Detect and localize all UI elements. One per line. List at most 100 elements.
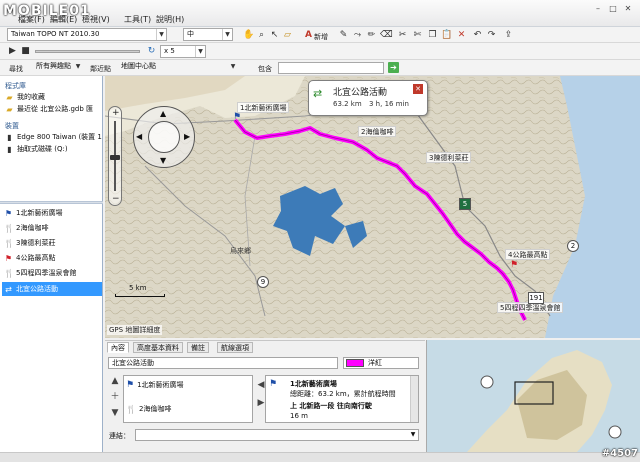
map-label-waypoint-1[interactable]: 1北新藝術廣場 [237, 102, 290, 113]
route-icon: ⇄ [313, 87, 323, 100]
gps-device-icon: ▮ [7, 133, 12, 142]
stop-icon[interactable]: ■ [20, 46, 31, 57]
zoom-tool-icon[interactable]: ⌕ [256, 30, 267, 41]
scrollbar[interactable] [410, 376, 418, 422]
route-tool-icon[interactable]: ⤳ [352, 30, 363, 41]
redo-icon[interactable]: ↷ [486, 30, 497, 41]
close-button[interactable]: ✕ [622, 4, 634, 14]
menu-tools[interactable]: 工具(T) [124, 14, 151, 25]
map-product-select[interactable]: Taiwan TOPO NT 2010.30 ▼ [7, 28, 167, 41]
menu-edit[interactable]: 編輯(E) [50, 14, 77, 25]
library-item-label: 最近從 北宜公路.gdb 匯 [17, 105, 94, 113]
hand-tool-icon[interactable]: ✋ [243, 30, 254, 41]
chevron-down-icon: ▼ [230, 63, 236, 70]
map-label-waypoint-3[interactable]: 3陳德利菜莊 [426, 152, 472, 163]
select-tool-icon[interactable]: ↖ [269, 30, 280, 41]
tab-notes[interactable]: 備註 [187, 342, 209, 353]
chevron-down-icon: ▼ [222, 29, 232, 40]
scissors-icon[interactable]: ✂ [397, 30, 408, 41]
detail-value: 中 [187, 30, 194, 38]
fork-knife-icon: 🍴 [4, 238, 14, 248]
zoom-thumb[interactable] [110, 155, 120, 160]
near-select[interactable]: 地圖中心點 ▼ [118, 61, 238, 74]
zoom-slider[interactable]: + − [108, 106, 122, 206]
cut-icon[interactable]: ✄ [412, 30, 423, 41]
undo-icon[interactable]: ↶ [472, 30, 483, 41]
waypoint-label: 北宜公路活動 [16, 285, 58, 293]
overview-canvas [467, 350, 622, 452]
library-item-recent[interactable]: ▰ 最近從 北宜公路.gdb 匯 [5, 104, 93, 115]
scale-bar [115, 294, 165, 297]
blue-flag-icon: ⚑ [4, 208, 13, 218]
new-icon[interactable]: A [303, 30, 314, 41]
library-item-favorites[interactable]: ▰ 我的收藏 [5, 92, 45, 103]
list-item[interactable]: 🍴 2海倫咖啡 [2, 221, 102, 235]
minimize-button[interactable]: – [592, 4, 604, 14]
go-arrow-icon[interactable]: ➔ [388, 62, 399, 73]
zoom-out-icon[interactable]: − [112, 195, 120, 204]
map-label-waypoint-2[interactable]: 2海倫咖啡 [358, 126, 397, 137]
list-item[interactable]: 🍴 3陳德利菜莊 [2, 236, 102, 250]
route-name-field[interactable]: 北宜公路活動 [108, 357, 338, 369]
eraser-icon[interactable]: ⌫ [380, 30, 393, 41]
category-select[interactable]: 所有興趣點 ▼ [33, 61, 83, 74]
speed-select[interactable]: x 5 ▼ [160, 45, 206, 58]
route-callout[interactable]: ⇄ 北宜公路活動 63.2 km 3 h, 16 min ✕ [308, 80, 428, 116]
route-points-list[interactable]: ⚑ 1北新藝術廣場 🍴 2海倫咖啡 [123, 375, 253, 423]
device-item-removable[interactable]: ▮ 抽取式磁碟 (Q:) [5, 144, 67, 155]
pan-center[interactable] [148, 121, 180, 153]
pan-right-icon[interactable]: ▶ [184, 132, 190, 141]
search-input[interactable] [278, 62, 384, 74]
delete-icon[interactable]: ✕ [456, 30, 467, 41]
pan-control[interactable]: ▲ ▼ ◀ ▶ [133, 106, 195, 168]
callout-distance: 63.2 km [333, 100, 362, 108]
red-flag-icon[interactable]: ⚑ [510, 260, 518, 270]
pan-down-icon[interactable]: ▼ [160, 156, 166, 165]
callout-time: 3 h, 16 min [369, 100, 409, 108]
panel-splitter[interactable] [0, 201, 103, 204]
list-item[interactable]: ⚑ 4公路最高點 [2, 251, 102, 265]
waypoint-tool-icon[interactable]: ✎ [338, 30, 349, 41]
map-label-waypoint-4[interactable]: 4公路最高點 [505, 249, 551, 260]
tab-content[interactable]: 內容 [107, 342, 129, 353]
color-select[interactable]: 洋紅 [343, 357, 419, 369]
playback-slider[interactable] [35, 50, 140, 53]
menu-bar: MOBILE01 檔案(F) 編輯(E) 檢視(V) 工具(T) 說明(H) –… [0, 0, 640, 27]
tab-elevation[interactable]: 高度基本資料 [133, 342, 183, 353]
play-icon[interactable]: ▶ [7, 46, 18, 57]
map-view[interactable]: + − ▲ ▼ ◀ ▶ 1北新藝術廣場 ⚑ 2海倫咖啡 3陳德利菜莊 4公路最高… [105, 76, 640, 338]
move-up-icon[interactable]: ▲ [109, 375, 121, 387]
zoom-in-icon[interactable]: + [112, 109, 120, 118]
pan-left-icon[interactable]: ◀ [136, 132, 142, 141]
maximize-button[interactable]: □ [607, 4, 619, 14]
list-item-selected[interactable]: ⇄ 北宜公路活動 [2, 282, 102, 296]
device-send-icon[interactable]: ⇪ [503, 30, 514, 41]
menu-view[interactable]: 檢視(V) [82, 14, 110, 25]
detail-select[interactable]: 中 ▼ [183, 28, 233, 41]
link-input[interactable]: ▼ [135, 429, 419, 441]
pencil-icon[interactable]: ✏ [366, 30, 377, 41]
menu-file[interactable]: 檔案(F) [18, 14, 45, 25]
measure-tool-icon[interactable]: ▱ [282, 30, 293, 41]
waypoint-label: 1北新藝術廣場 [16, 209, 63, 217]
new-label[interactable]: 新增 [314, 32, 328, 42]
menu-help[interactable]: 說明(H) [156, 14, 184, 25]
list-item[interactable]: ⚑ 1北新藝術廣場 [2, 206, 102, 220]
tab-route-options[interactable]: 航線選項 [217, 342, 253, 353]
paste-icon[interactable]: 📋 [441, 30, 452, 41]
list-item[interactable]: 🍴 2海倫咖啡 [126, 404, 171, 414]
speed-value: x 5 [164, 47, 175, 55]
device-item-edge[interactable]: ▮ Edge 800 Taiwan (裝置 1 [5, 132, 102, 143]
move-down-icon[interactable]: ▼ [109, 407, 121, 419]
close-icon[interactable]: ✕ [413, 84, 423, 94]
search-toolbar: 尋找 所有興趣點 ▼ 鄰近點 地圖中心點 ▼ 包含 ➔ [0, 60, 640, 76]
list-item[interactable]: 🍴 5四程四季溫泉會館 [2, 266, 102, 280]
copy-icon[interactable]: ❐ [427, 30, 438, 41]
list-item[interactable]: ⚑ 1北新藝術廣場 [126, 380, 184, 390]
waypoint-label: 2海倫咖啡 [16, 224, 49, 232]
loop-icon[interactable]: ↻ [146, 46, 157, 57]
overview-map[interactable] [426, 340, 640, 452]
add-icon[interactable]: ＋ [109, 391, 121, 403]
blue-flag-icon[interactable]: ⚑ [233, 112, 241, 122]
pan-up-icon[interactable]: ▲ [160, 109, 166, 118]
